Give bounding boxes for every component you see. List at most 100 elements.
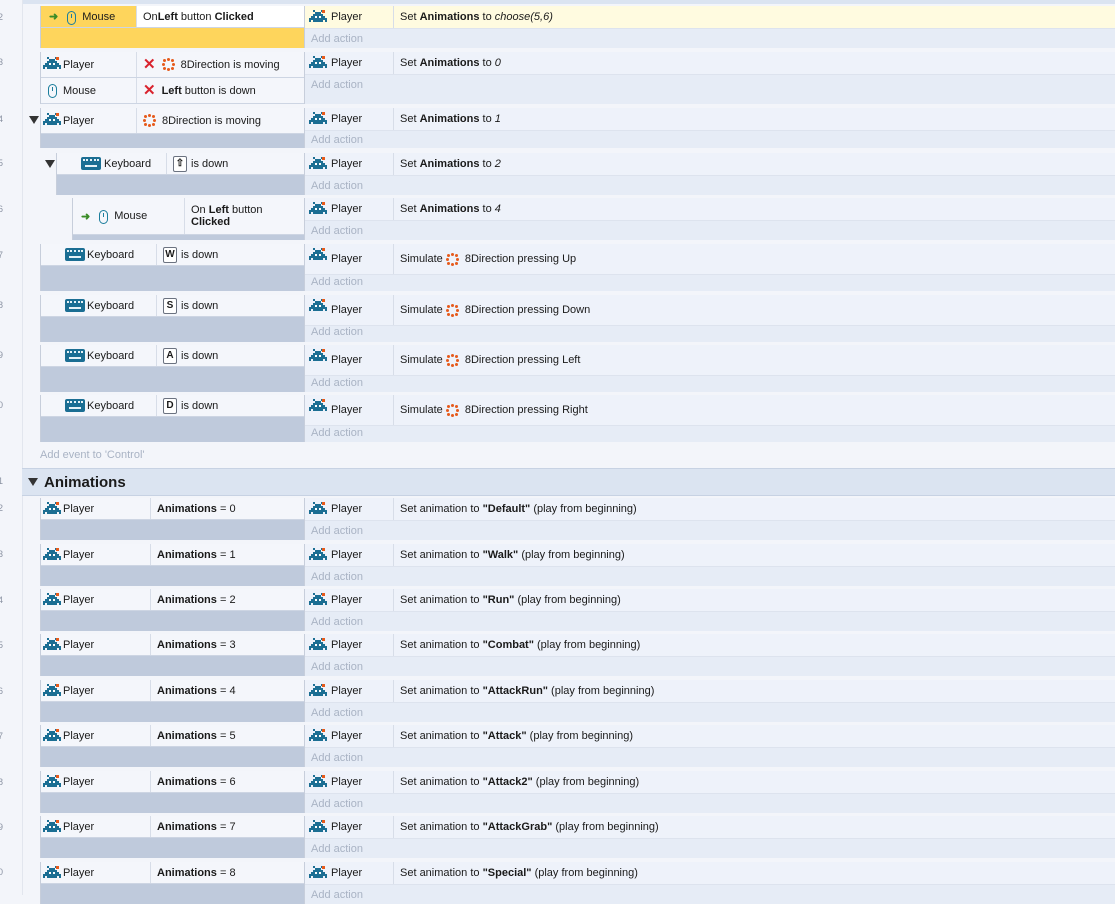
actions-block[interactable]: Player Set Animations to 1 Add action	[304, 108, 1115, 148]
condition-row[interactable]: Keyboard Dis down	[41, 395, 305, 417]
event-row[interactable]: Player Animations = 1 Player Set animation …	[40, 544, 1115, 586]
add-action-link[interactable]: Add action	[311, 79, 363, 91]
event-row[interactable]: Keyboard Ais down Player Simulate 8Direc…	[40, 345, 1115, 392]
event-row[interactable]: Player ✕ 8Direction is moving Mouse ✕ Left…	[40, 52, 1115, 104]
condition-mouse-clicked[interactable]: ➜ Mouse On Left button Clicked	[73, 198, 305, 235]
condition-row[interactable]: Player Animations = 1	[41, 544, 305, 566]
sub-event-row[interactable]: Keyboard ⇧ is down Player Set Animations …	[56, 153, 1115, 195]
conditions-block[interactable]: ➜ Mouse On Left button Clicked	[40, 6, 305, 48]
event-row[interactable]: Player Animations = 0 Player Set animation …	[40, 498, 1115, 540]
condition-row[interactable]: Player Animations = 3	[41, 634, 305, 656]
actions-block[interactable]: Player Set Animations to 4 Add action	[304, 198, 1115, 240]
conditions-block[interactable]: Player 8Direction is moving	[40, 108, 305, 148]
condition-row[interactable]: Keyboard Ais down	[41, 345, 305, 367]
action-row[interactable]: Player Set Animations to 2	[305, 153, 1115, 176]
add-action-link[interactable]: Add action	[311, 525, 363, 537]
condition-mouse-clicked[interactable]: ➜ Mouse On Left button Clicked	[41, 6, 305, 28]
action-row[interactable]: Player Set Animations to 4	[305, 198, 1115, 221]
actions-block[interactable]: Player Simulate 8Direction pressing Up A…	[304, 244, 1115, 291]
event-row[interactable]: Keyboard Sis down Player Simulate 8Direc…	[40, 295, 1115, 342]
conditions-block[interactable]: Keyboard ⇧ is down	[56, 153, 305, 195]
conditions-block[interactable]: Player ✕ 8Direction is moving Mouse ✕ Left…	[40, 52, 305, 104]
add-action-link[interactable]: Add action	[311, 276, 363, 288]
action-row[interactable]: Player Simulate 8Direction pressing Down	[305, 295, 1115, 326]
event-row[interactable]: Player Animations = 2 Player Set animation …	[40, 589, 1115, 631]
actions-block[interactable]: Player Set Animations to 2 Add action	[304, 153, 1115, 195]
add-action-link[interactable]: Add action	[311, 798, 363, 810]
collapse-arrow-icon[interactable]	[29, 116, 39, 124]
add-action-link[interactable]: Add action	[311, 134, 363, 146]
action-row[interactable]: Player Set Animations to 1	[305, 108, 1115, 131]
actions-block[interactable]: Player Set animation to "Run" (play from …	[304, 589, 1115, 631]
condition-row[interactable]: Player Animations = 2	[41, 589, 305, 611]
event-row[interactable]: Player Animations = 6 Player Set animation …	[40, 771, 1115, 813]
conditions-block[interactable]: Keyboard Dis down	[40, 395, 305, 442]
condition-row[interactable]: Keyboard Wis down	[41, 244, 305, 266]
actions-block[interactable]: Player Set animation to "Attack2" (play f…	[304, 771, 1115, 813]
add-action-link[interactable]: Add action	[311, 571, 363, 583]
condition-row[interactable]: Player ✕ 8Direction is moving	[41, 52, 305, 78]
event-row[interactable]: Keyboard Wis down Player Simulate 8Direc…	[40, 244, 1115, 291]
condition-row[interactable]: Player 8Direction is moving	[41, 108, 305, 134]
condition-row[interactable]: Keyboard ⇧ is down	[57, 153, 305, 175]
actions-block[interactable]: Player Set Animations to choose(5,6) Add…	[304, 6, 1115, 48]
condition-row[interactable]: Mouse ✕ Left button is down	[41, 78, 305, 104]
actions-block[interactable]: Player Simulate 8Direction pressing Righ…	[304, 395, 1115, 442]
action-row[interactable]: Player Set animation to "Combat" (play fr…	[305, 634, 1115, 657]
event-row[interactable]: Player Animations = 7 Player Set animation …	[40, 816, 1115, 858]
action-row[interactable]: Player Set Animations to choose(5,6)	[305, 6, 1115, 29]
action-row[interactable]: Player Set animation to "Run" (play from …	[305, 589, 1115, 612]
add-action-link[interactable]: Add action	[311, 33, 363, 45]
conditions-block[interactable]: Player Animations = 4	[40, 680, 305, 722]
sub-event-row[interactable]: ➜ Mouse On Left button Clicked Player Se…	[72, 198, 1115, 240]
add-action-link[interactable]: Add action	[311, 889, 363, 901]
actions-block[interactable]: Player Set animation to "AttackRun" (play…	[304, 680, 1115, 722]
conditions-block[interactable]: Player Animations = 6	[40, 771, 305, 813]
conditions-block[interactable]: Player Animations = 5	[40, 725, 305, 767]
add-action-link[interactable]: Add action	[311, 661, 363, 673]
action-row[interactable]: Player Set animation to "AttackRun" (play…	[305, 680, 1115, 703]
event-row[interactable]: ➜ Mouse On Left button Clicked Player Se…	[40, 6, 1115, 48]
actions-block[interactable]: Player Set Animations to 0 Add action	[304, 52, 1115, 104]
group-header[interactable]: Animations	[22, 468, 1115, 496]
action-row[interactable]: Player Simulate 8Direction pressing Righ…	[305, 395, 1115, 426]
event-row[interactable]: Player Animations = 5 Player Set animation …	[40, 725, 1115, 767]
conditions-block[interactable]: Keyboard Wis down	[40, 244, 305, 291]
event-row[interactable]: Player Animations = 4 Player Set animation …	[40, 680, 1115, 722]
conditions-block[interactable]: ➜ Mouse On Left button Clicked	[72, 198, 305, 240]
add-action-link[interactable]: Add action	[311, 377, 363, 389]
actions-block[interactable]: Player Set animation to "Special" (play f…	[304, 862, 1115, 904]
condition-row[interactable]: Player Animations = 5	[41, 725, 305, 747]
condition-row[interactable]: Player Animations = 0	[41, 498, 305, 520]
add-action-link[interactable]: Add action	[311, 616, 363, 628]
action-row[interactable]: Player Set animation to "Special" (play f…	[305, 862, 1115, 885]
actions-block[interactable]: Player Simulate 8Direction pressing Left…	[304, 345, 1115, 392]
add-action-link[interactable]: Add action	[311, 427, 363, 439]
condition-row[interactable]: Player Animations = 6	[41, 771, 305, 793]
action-row[interactable]: Player Set animation to "AttackGrab" (pla…	[305, 816, 1115, 839]
add-action-link[interactable]: Add action	[311, 707, 363, 719]
event-row[interactable]: Player 8Direction is moving Player Set A…	[40, 108, 1115, 148]
condition-row[interactable]: Player Animations = 7	[41, 816, 305, 838]
collapse-arrow-icon[interactable]	[28, 478, 38, 486]
add-action-link[interactable]: Add action	[311, 752, 363, 764]
conditions-block[interactable]: Player Animations = 3	[40, 634, 305, 676]
conditions-block[interactable]: Player Animations = 7	[40, 816, 305, 858]
condition-row[interactable]: Player Animations = 4	[41, 680, 305, 702]
actions-block[interactable]: Player Set animation to "Default" (play f…	[304, 498, 1115, 540]
actions-block[interactable]: Player Simulate 8Direction pressing Down…	[304, 295, 1115, 342]
actions-block[interactable]: Player Set animation to "Attack" (play fr…	[304, 725, 1115, 767]
add-action-link[interactable]: Add action	[311, 326, 363, 338]
actions-block[interactable]: Player Set animation to "Walk" (play from…	[304, 544, 1115, 586]
conditions-block[interactable]: Keyboard Ais down	[40, 345, 305, 392]
action-row[interactable]: Player Set animation to "Attack2" (play f…	[305, 771, 1115, 794]
action-row[interactable]: Player Set Animations to 0	[305, 52, 1115, 75]
action-row[interactable]: Player Set animation to "Attack" (play fr…	[305, 725, 1115, 748]
collapse-arrow-icon[interactable]	[45, 160, 55, 168]
conditions-block[interactable]: Player Animations = 0	[40, 498, 305, 540]
conditions-block[interactable]: Keyboard Sis down	[40, 295, 305, 342]
add-action-link[interactable]: Add action	[311, 225, 363, 237]
add-event-link[interactable]: Add event to 'Control'	[40, 449, 144, 461]
add-action-link[interactable]: Add action	[311, 843, 363, 855]
event-row[interactable]: Keyboard Dis down Player Simulate 8Direc…	[40, 395, 1115, 442]
